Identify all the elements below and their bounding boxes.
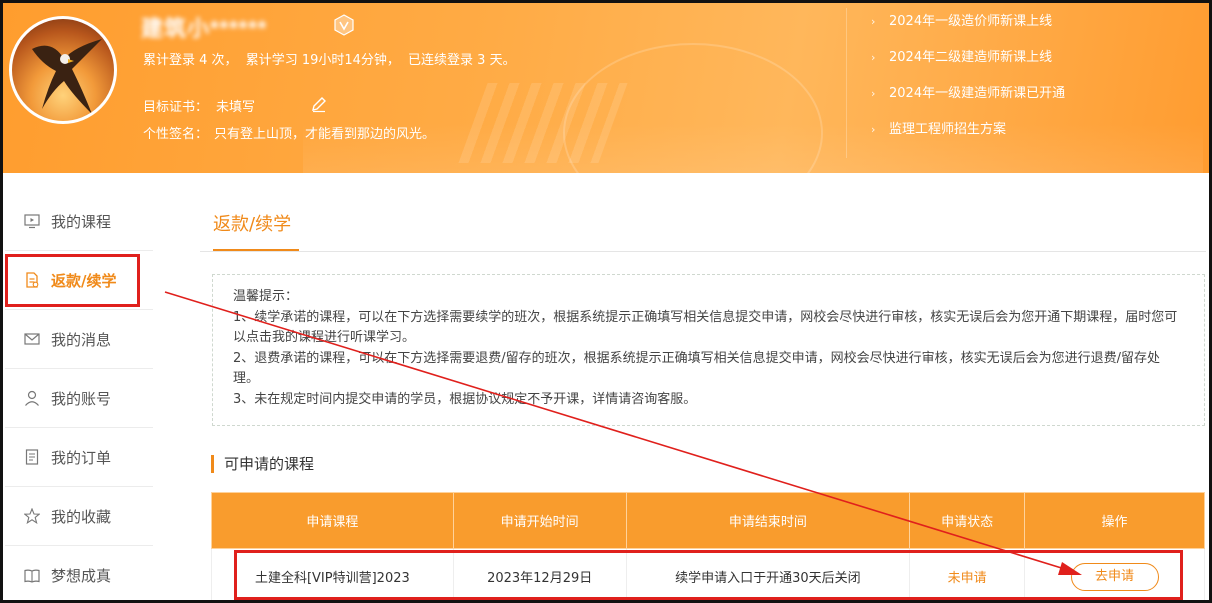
- study-stats: 累计登录 4 次， 累计学习 19小时14分钟， 已连续登录 3 天。: [143, 49, 520, 68]
- news-item[interactable]: › 2024年二级建造师新课上线: [871, 49, 1201, 85]
- sidebar-item-label: 返款/续学: [51, 271, 117, 290]
- notice-line: 1、续学承诺的课程，可以在下方选择需要续学的班次，根据系统提示正确填写相关信息提…: [233, 309, 1178, 346]
- chevron-right-icon: ›: [871, 87, 876, 100]
- column-header: 申请状态: [909, 492, 1026, 549]
- news-item[interactable]: › 2024年一级造价师新课上线: [871, 13, 1201, 49]
- sidebar-item-my-courses[interactable]: 我的课程: [5, 192, 153, 251]
- sidebar-item-label: 梦想成真: [51, 567, 112, 585]
- sidebar-item-favorites[interactable]: 我的收藏: [5, 487, 153, 546]
- target-cert-row: 目标证书： 未填写: [143, 96, 255, 115]
- course-table: 申请课程 申请开始时间 申请结束时间 申请状态 操作 土建全科[VIP特训营]2…: [211, 492, 1205, 603]
- column-header: 申请开始时间: [452, 492, 627, 549]
- status-cell: 未申请: [909, 548, 1026, 603]
- edit-icon[interactable]: [310, 95, 328, 113]
- document-icon: [23, 271, 41, 289]
- end-date: 续学申请入口于开通30天后关闭: [625, 548, 911, 603]
- table-header-row: 申请课程 申请开始时间 申请结束时间 申请状态 操作: [211, 492, 1205, 549]
- action-cell: 去申请: [1024, 548, 1205, 603]
- signature-row: 个性签名： 只有登上山顶，才能看到那边的风光。: [143, 123, 435, 142]
- sidebar-item-label: 我的订单: [51, 448, 112, 467]
- signature-value: 只有登上山顶，才能看到那边的风光。: [214, 127, 436, 142]
- sidebar-item-account[interactable]: 我的账号: [5, 369, 153, 428]
- news-title: 2024年一级造价师新课上线: [889, 14, 1053, 29]
- target-cert-value: 未填写: [216, 100, 256, 115]
- chevron-right-icon: ›: [871, 51, 876, 64]
- apply-button[interactable]: 去申请: [1070, 562, 1159, 591]
- news-item[interactable]: › 监理工程师招生方案: [871, 121, 1201, 157]
- tab-refund-renewal[interactable]: 返款/续学: [213, 210, 291, 236]
- user-icon: [23, 389, 41, 407]
- chevron-right-icon: ›: [871, 15, 876, 28]
- signature-label: 个性签名：: [143, 127, 209, 142]
- notice-title: 温馨提示：: [233, 289, 299, 304]
- star-icon: [23, 507, 41, 525]
- sidebar-item-label: 我的课程: [51, 212, 112, 231]
- news-item[interactable]: › 2024年一级建造师新课已开通: [871, 85, 1201, 121]
- status-badge: 未申请: [947, 571, 987, 586]
- tab-divider: [200, 251, 1206, 252]
- sidebar-item-messages[interactable]: 我的消息: [5, 310, 153, 369]
- notice-line: 3、未在规定时间内提交申请的学员，根据协议规定不予开课，详情请咨询客服。: [233, 391, 697, 407]
- column-header: 操作: [1024, 492, 1205, 549]
- login-streak: 已连续登录 3 天。: [408, 53, 516, 68]
- profile-header: 建筑小****** 累计登录 4 次， 累计学习 19小时14分钟， 已连续登录…: [3, 3, 1209, 173]
- avatar[interactable]: [9, 16, 117, 124]
- book-icon: [23, 567, 41, 585]
- notice-line: 2、退费承诺的课程，可以在下方选择需要退费/留存的班次，根据系统提示正确填写相关…: [233, 350, 1161, 387]
- sidebar-item-refund-renewal[interactable]: 返款/续学: [5, 251, 153, 310]
- notice-box: 温馨提示： 1、续学承诺的课程，可以在下方选择需要续学的班次，根据系统提示正确填…: [212, 274, 1205, 426]
- chevron-right-icon: ›: [871, 123, 876, 136]
- news-title: 监理工程师招生方案: [889, 122, 1007, 137]
- vip-badge-icon: [334, 14, 354, 36]
- sidebar-item-orders[interactable]: 我的订单: [5, 428, 153, 487]
- study-time: 累计学习 19小时14分钟，: [245, 53, 400, 68]
- sidebar-item-dream[interactable]: 梦想成真: [5, 546, 153, 603]
- sidebar-item-label: 我的收藏: [51, 507, 112, 526]
- news-list: › 2024年一级造价师新课上线 › 2024年二级建造师新课上线 › 2024…: [871, 13, 1201, 157]
- sidebar: 我的课程 返款/续学 我的消息 我的账号 我的订单 我的收藏 梦想成真: [5, 192, 153, 603]
- news-title: 2024年一级建造师新课已开通: [889, 86, 1066, 101]
- sidebar-item-label: 我的账号: [51, 389, 112, 408]
- course-name: 土建全科[VIP特训营]2023: [211, 548, 454, 603]
- column-header: 申请课程: [211, 492, 454, 549]
- sidebar-item-label: 我的消息: [51, 330, 112, 349]
- login-count: 累计登录 4 次，: [143, 53, 238, 68]
- news-title: 2024年二级建造师新课上线: [889, 50, 1053, 65]
- column-header: 申请结束时间: [625, 492, 911, 549]
- user-name: 建筑小******: [141, 16, 268, 41]
- mail-icon: [23, 330, 41, 348]
- news-divider: [846, 8, 847, 158]
- target-cert-label: 目标证书：: [143, 100, 209, 115]
- section-title: 可申请的课程: [211, 455, 314, 473]
- table-row: 土建全科[VIP特训营]2023 2023年12月29日 续学申请入口于开通30…: [211, 548, 1205, 603]
- start-date: 2023年12月29日: [452, 548, 627, 603]
- order-icon: [23, 448, 41, 466]
- eagle-image: [32, 39, 102, 114]
- play-screen-icon: [23, 212, 41, 230]
